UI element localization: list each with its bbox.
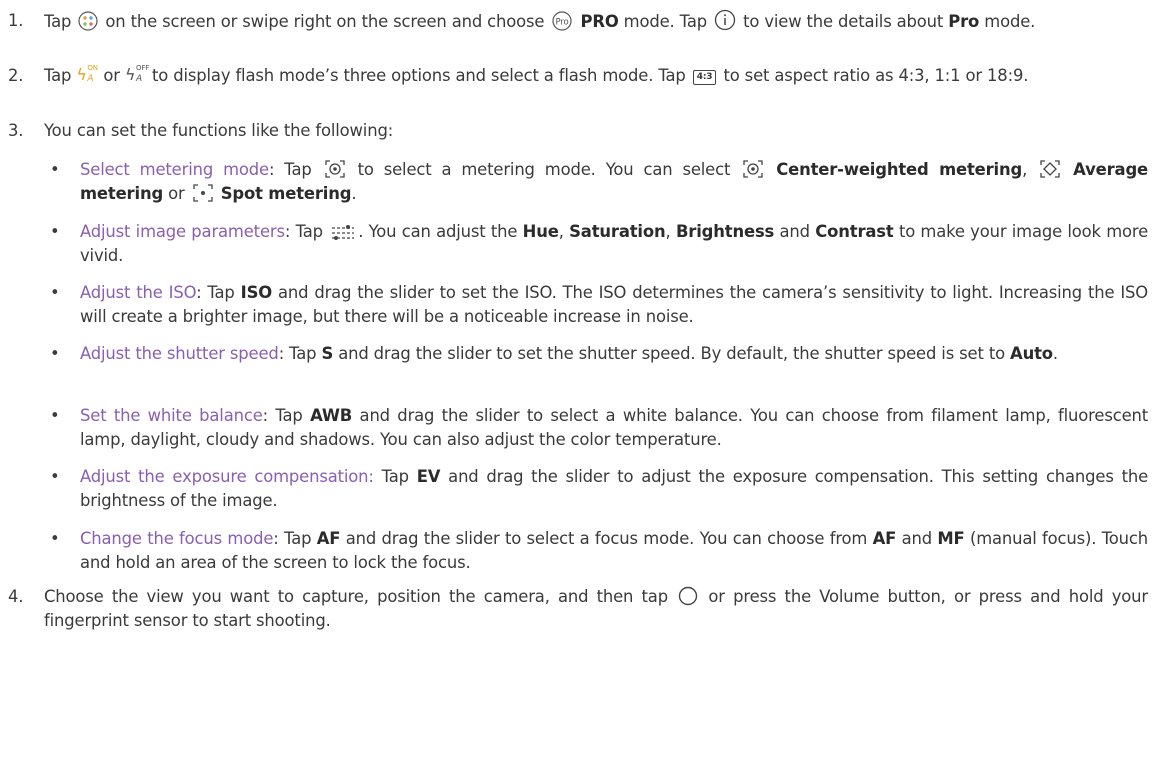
bullet-dot: •	[50, 406, 60, 425]
step-number: 1.	[8, 11, 24, 30]
bullet-shutter-speed: • Adjust the shutter speed: Tap S and dr…	[48, 342, 1148, 366]
step-text: Choose the view you want to capture, pos…	[44, 586, 1148, 630]
bullet-metering: • Select metering mode: Tap to select a …	[48, 158, 1148, 206]
center-weighted-metering-icon	[324, 159, 346, 179]
step-number: 2.	[8, 66, 24, 85]
bullet-white-balance: • Set the white balance: Tap AWB and dra…	[48, 404, 1148, 452]
bullet-dot: •	[50, 467, 60, 486]
shutter-button-icon	[678, 586, 698, 606]
flash-on-icon: ϟ ON A	[76, 64, 98, 84]
link-set-white-balance[interactable]: Set the white balance	[80, 406, 263, 425]
manual-page: 1. Tap on the screen or swipe right on t…	[0, 0, 1156, 784]
link-adjust-shutter-speed[interactable]: Adjust the shutter speed	[80, 344, 279, 363]
step-2: 2. Tap ϟ ON A or ϟ OFF A to display flash mo…	[8, 64, 1148, 88]
bullet-dot: •	[50, 529, 60, 548]
step-text: Tap ϟ ON A or ϟ OFF A to display flash mode’…	[44, 64, 1029, 85]
bullet-exposure-compensation: • Adjust the exposure compensation: Tap …	[48, 465, 1148, 513]
bullet-dot: •	[50, 344, 60, 363]
camera-modes-icon	[78, 11, 98, 31]
step-text: You can set the functions like the follo…	[44, 121, 394, 140]
step-4: 4. Choose the view you want to capture, …	[8, 585, 1148, 633]
svg-text:Pro: Pro	[556, 18, 569, 28]
pro-mode-label: PRO	[580, 12, 619, 31]
bullet-dot: •	[50, 283, 60, 302]
pro-mode-icon: Pro	[551, 11, 573, 31]
aspect-ratio-icon: 4:3	[692, 70, 717, 85]
link-adjust-image-parameters[interactable]: Adjust image parameters	[80, 222, 285, 241]
bullet-dot: •	[50, 222, 60, 241]
step-number: 3.	[8, 121, 24, 140]
link-adjust-exposure-compensation[interactable]: Adjust the exposure compensation:	[80, 467, 374, 486]
step-3: 3. You can set the functions like the fo…	[8, 119, 1148, 143]
step-number: 4.	[8, 587, 24, 606]
step-1: 1. Tap on the screen or swipe right on t…	[8, 9, 1148, 34]
image-parameters-icon	[330, 223, 356, 241]
flash-off-icon: ϟ OFF A	[124, 64, 150, 84]
average-metering-icon	[1039, 159, 1061, 179]
link-select-metering-mode[interactable]: Select metering mode	[80, 160, 269, 179]
link-change-focus-mode[interactable]: Change the focus mode	[80, 529, 273, 548]
info-icon	[714, 9, 736, 31]
bullet-iso: • Adjust the ISO: Tap ISO and drag the s…	[48, 281, 1148, 329]
spot-metering-icon	[192, 183, 214, 203]
bullet-focus-mode: • Change the focus mode: Tap AF and drag…	[48, 527, 1148, 575]
bullet-image-parameters: • Adjust image parameters: Tap . You can…	[48, 220, 1148, 268]
step-text: Tap on the screen or swipe right on the …	[44, 9, 1148, 34]
link-adjust-iso[interactable]: Adjust the ISO	[80, 283, 196, 302]
bullet-dot: •	[50, 160, 60, 179]
center-weighted-metering-icon	[742, 159, 764, 179]
